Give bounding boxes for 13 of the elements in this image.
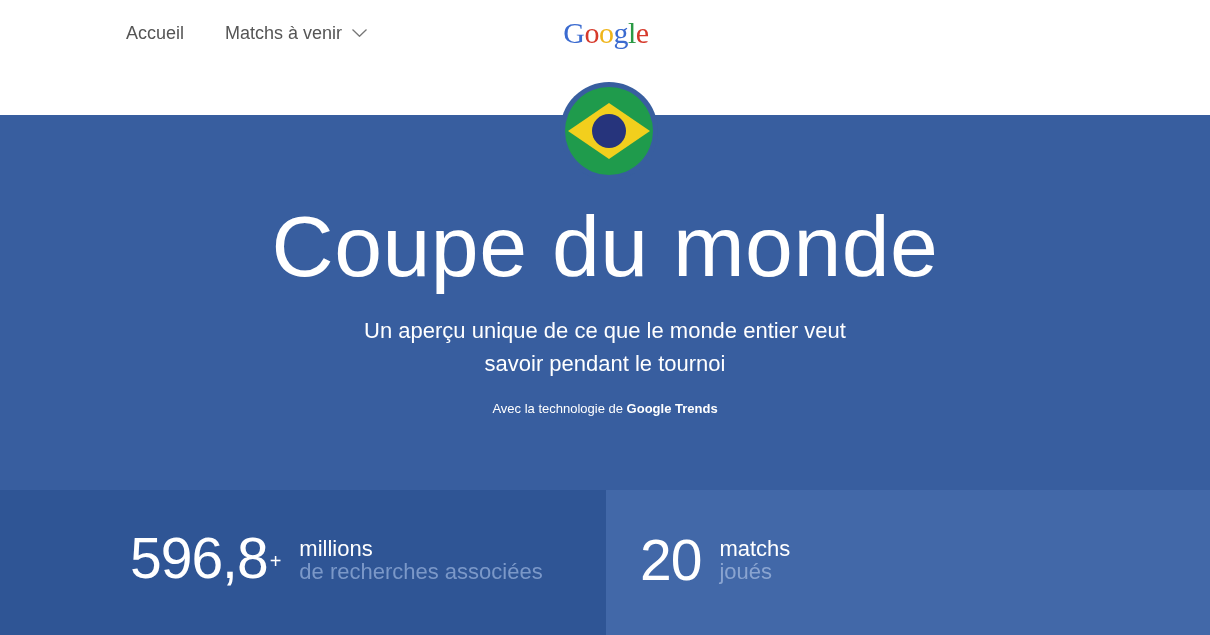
stat-label: matchs (719, 536, 791, 560)
nav-link[interactable]: Accueil (126, 22, 185, 44)
stat-label: millions (299, 536, 374, 560)
hero-title: Coupe du monde (270, 197, 940, 296)
nav-dropdown[interactable]: Matchs à venir (225, 22, 368, 44)
stat-value: 20 (640, 529, 702, 590)
hero-subtitle: Un aperçu unique de ce que le monde entier veut savoir pendant le tournoi (363, 317, 847, 378)
chevron-down-icon (352, 29, 368, 37)
stat-value: 596,8$^{+}$ (130, 528, 282, 591)
stat-sublabel: joués (719, 559, 773, 583)
stat-sublabel: de recherches associées (299, 559, 543, 583)
credit-text: Avec la technologie de Google Trends (491, 400, 719, 418)
logo: Google (562, 16, 649, 50)
